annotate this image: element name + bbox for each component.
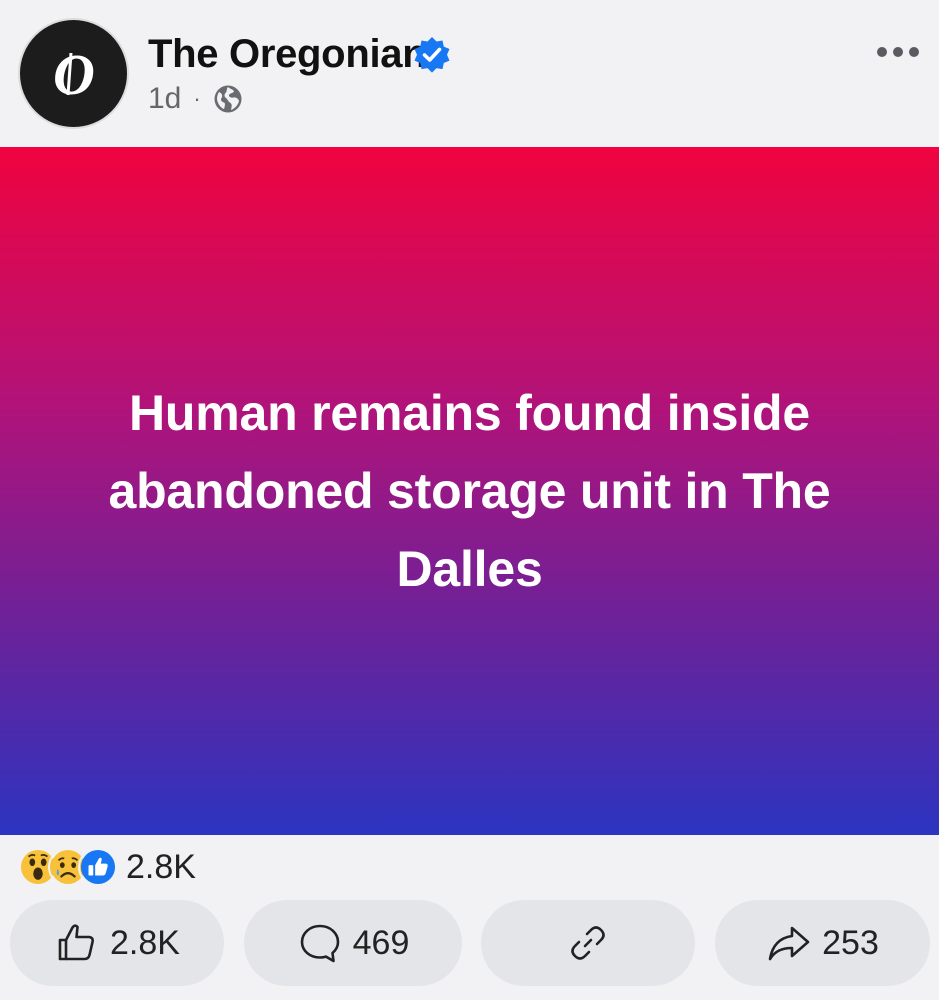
post-text-banner[interactable]: Human remains found inside abandoned sto…	[0, 147, 939, 835]
post-headline: Human remains found inside abandoned sto…	[108, 385, 831, 597]
post-meta: 1d ·	[148, 82, 243, 116]
page-name[interactable]: The Oregonian	[148, 32, 427, 77]
comment-count: 469	[352, 923, 410, 962]
verified-badge-icon	[414, 37, 450, 73]
svg-text:O: O	[53, 42, 95, 107]
share-count: 253	[822, 923, 879, 962]
share-arrow-icon	[768, 926, 810, 961]
thumbs-up-icon	[58, 924, 94, 961]
meta-separator: ·	[193, 86, 201, 111]
reactions-summary[interactable]: 2.8K	[18, 846, 196, 888]
like-reaction-icon	[78, 847, 118, 887]
post-time[interactable]: 1d	[148, 82, 181, 116]
share-button[interactable]: 253	[715, 900, 930, 986]
like-count: 2.8K	[110, 923, 180, 962]
like-button[interactable]: 2.8K	[10, 900, 224, 986]
link-icon	[571, 926, 605, 960]
comment-button[interactable]: 469	[244, 900, 462, 986]
reaction-count: 2.8K	[126, 847, 196, 886]
oregonian-logo-icon: O	[53, 42, 95, 107]
post-actions: 2.8K 469 253	[10, 900, 930, 986]
copy-link-button[interactable]	[481, 900, 695, 986]
comment-bubble-icon	[300, 924, 339, 963]
more-options-icon[interactable]	[874, 36, 922, 68]
post-header: O The Oregonian 1d ·	[0, 0, 939, 147]
page-avatar[interactable]: O	[18, 18, 129, 129]
globe-icon	[214, 85, 242, 113]
